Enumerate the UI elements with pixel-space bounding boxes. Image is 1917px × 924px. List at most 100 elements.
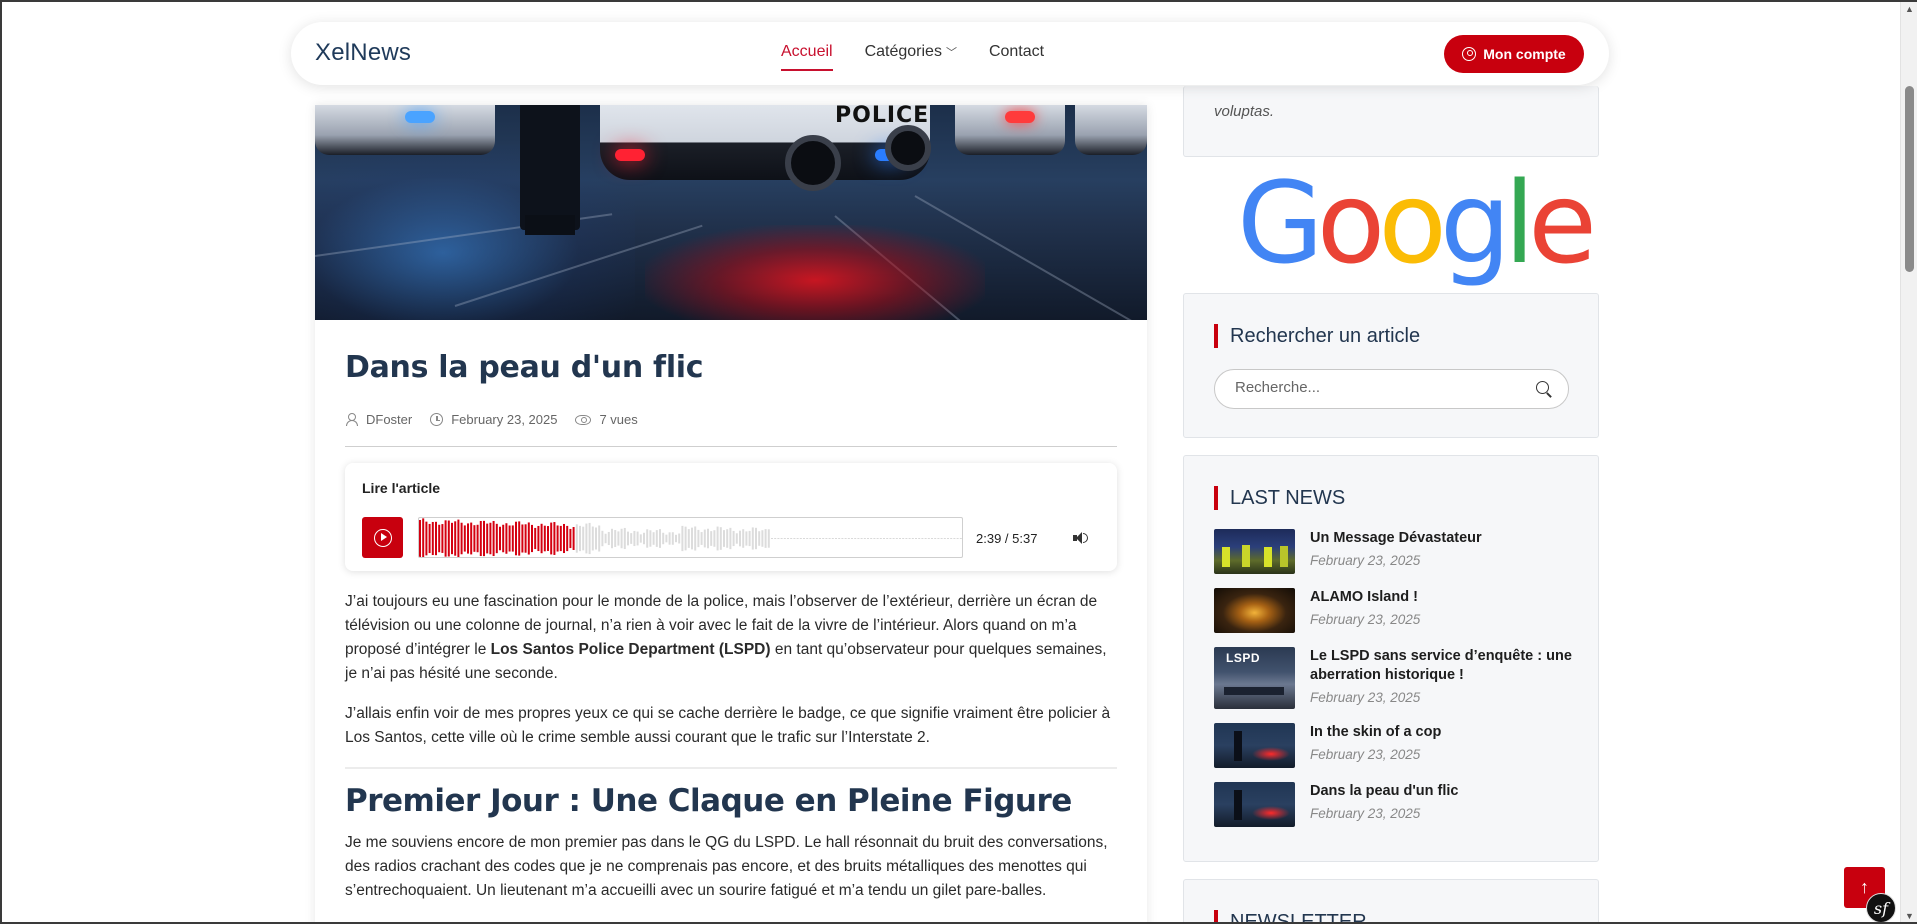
news-title[interactable]: Dans la peau d'un flic [1310, 782, 1458, 801]
news-item[interactable]: LSPD Le LSPD sans service d’enquête : un… [1214, 647, 1574, 709]
news-title[interactable]: Un Message Dévastateur [1310, 529, 1482, 548]
waveform-bar [435, 521, 437, 556]
nav-home[interactable]: Accueil [781, 43, 833, 71]
waveform-bar [681, 525, 684, 552]
page-scrollbar[interactable]: ▲ ▼ [1900, 0, 1917, 924]
waveform-bar [959, 538, 962, 539]
waveform-bar [467, 523, 469, 554]
waveform-bar [655, 530, 658, 547]
site-logo[interactable]: XelNews [315, 39, 411, 67]
waveform-bar [633, 530, 636, 547]
waveform-bar [857, 538, 860, 539]
waveform-bar [937, 538, 940, 539]
waveform-bar [905, 538, 908, 539]
waveform-bar [479, 520, 482, 557]
waveform-bar [822, 538, 825, 539]
waveform-bar [831, 538, 834, 539]
waveform-bar [473, 525, 476, 552]
scroll-down-arrow[interactable]: ▼ [1901, 907, 1917, 924]
waveform-bar [751, 527, 754, 550]
waveform-bar [559, 525, 562, 552]
google-letter: l [1503, 159, 1535, 289]
waveform-bar [806, 538, 809, 539]
article-title: Dans la peau d'un flic [345, 350, 704, 385]
waveform-bar [422, 518, 425, 557]
volume-icon[interactable] [1073, 531, 1088, 545]
waveform-bar [876, 538, 879, 539]
waveform-bar [873, 538, 876, 539]
nav-categories[interactable]: Catégories ﹀ [865, 43, 957, 71]
waveform-bar [483, 520, 485, 557]
waveform-bar [870, 538, 873, 539]
google-logo[interactable]: Google [1237, 159, 1597, 289]
author-name: DFoster [366, 412, 413, 427]
waveform-bar [687, 529, 690, 548]
waveform-bar [630, 533, 633, 544]
news-title[interactable]: ALAMO Island ! [1310, 588, 1420, 607]
waveform-bar [697, 529, 700, 548]
waveform-graphic [419, 518, 962, 557]
waveform-bar [591, 526, 594, 551]
waveform-bar [492, 520, 495, 557]
waveform-bar [835, 538, 837, 539]
symfony-toolbar-icon[interactable]: sf [1866, 893, 1896, 923]
news-item[interactable]: Un Message Dévastateur February 23, 2025 [1214, 529, 1574, 574]
waveform-bar [921, 538, 924, 539]
waveform-bar [678, 533, 681, 544]
scroll-up-arrow[interactable]: ▲ [1901, 0, 1917, 17]
waveform-bar [531, 524, 533, 553]
waveform-bar [841, 538, 844, 539]
waveform-bar [950, 538, 953, 539]
eye-icon [575, 414, 592, 425]
waveform-bar [793, 538, 796, 539]
waveform-bar [524, 524, 527, 553]
waveform-bar [854, 538, 857, 539]
user-circle-icon [1462, 47, 1477, 61]
news-item[interactable]: In the skin of a cop February 23, 2025 [1214, 723, 1574, 768]
hero-police-text: POLICE [835, 105, 930, 128]
audio-player: Lire l'article 2:39 / 5:37 [345, 463, 1117, 571]
last-news-heading: LAST NEWS [1214, 486, 1345, 510]
waveform-bar [572, 527, 575, 550]
waveform-bar [755, 527, 757, 550]
news-title[interactable]: Le LSPD sans service d’enquête : une abe… [1310, 647, 1574, 685]
waveform-seekbar[interactable] [418, 517, 963, 558]
section-divider [345, 767, 1117, 769]
waveform-bar [508, 525, 511, 552]
news-thumbnail[interactable]: LSPD [1214, 647, 1295, 709]
waveform-bar [579, 525, 581, 552]
search-input[interactable] [1235, 379, 1525, 396]
waveform-bar [495, 523, 498, 554]
waveform-bar [691, 527, 693, 550]
news-thumbnail[interactable] [1214, 723, 1295, 768]
account-button[interactable]: Mon compte [1444, 35, 1584, 73]
meta-divider [345, 446, 1117, 447]
search-icon[interactable] [1536, 381, 1552, 397]
waveform-bar [787, 538, 789, 539]
waveform-bar [956, 538, 959, 539]
waveform-bar [428, 523, 431, 554]
waveform-bar [764, 529, 767, 548]
waveform-bar [419, 520, 421, 557]
news-thumbnail[interactable] [1214, 782, 1295, 827]
waveform-bar [518, 521, 521, 556]
play-button[interactable] [362, 517, 403, 558]
nav-home-label: Accueil [781, 43, 833, 60]
waveform-bar [588, 522, 591, 555]
scrollbar-thumb[interactable] [1905, 86, 1914, 272]
news-thumbnail[interactable] [1214, 529, 1295, 574]
nav-contact[interactable]: Contact [989, 43, 1044, 71]
news-title[interactable]: In the skin of a cop [1310, 723, 1441, 742]
waveform-bar [659, 529, 661, 548]
news-item[interactable]: Dans la peau d'un flic February 23, 2025 [1214, 782, 1574, 827]
arrow-up-icon: ↑ [1860, 877, 1869, 897]
waveform-bar [758, 531, 761, 546]
google-letter: G [1237, 159, 1324, 289]
google-letter: o [1316, 159, 1385, 289]
waveform-bar [716, 526, 719, 551]
author-meta[interactable]: DFoster [345, 412, 412, 427]
waveform-bar [636, 531, 639, 546]
news-thumbnail[interactable] [1214, 588, 1295, 633]
news-item[interactable]: ALAMO Island ! February 23, 2025 [1214, 588, 1574, 633]
waveform-bar [470, 522, 473, 555]
